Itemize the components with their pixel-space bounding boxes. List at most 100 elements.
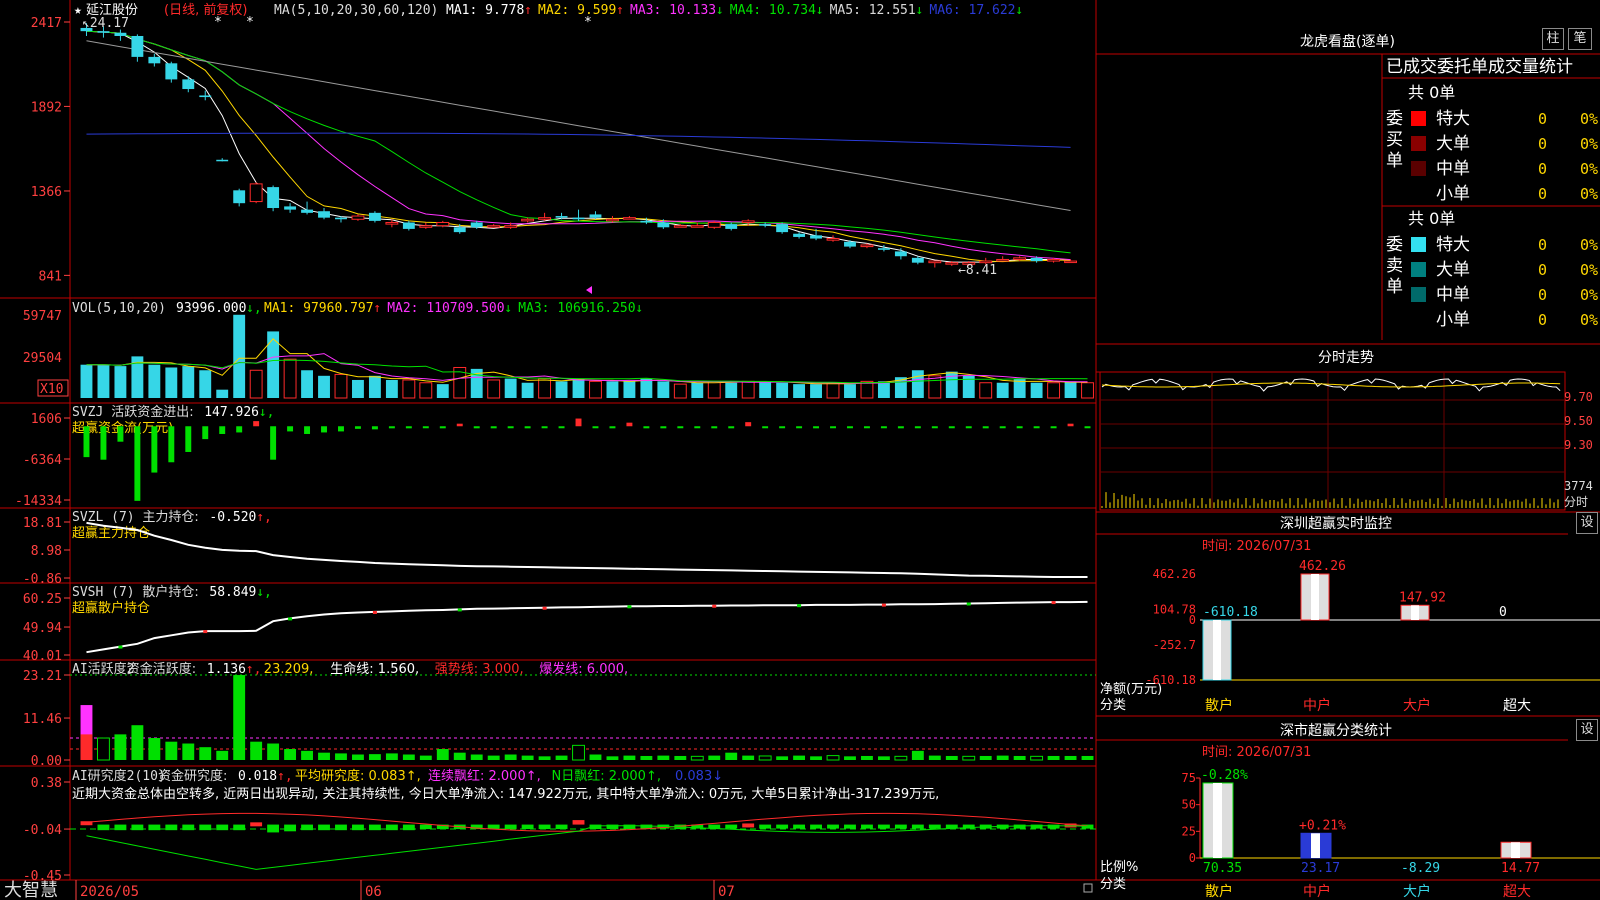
- svzj-bar: [456, 423, 463, 427]
- monitor-title: 深圳超赢实时监控: [1280, 515, 1392, 532]
- ai_research-y-tick: -0.04: [23, 823, 62, 838]
- monitor-category-label: 散户: [1205, 697, 1233, 714]
- ma-value: MA6: 17.622: [929, 3, 1015, 18]
- price-y-tick: 841: [39, 269, 62, 284]
- ai-research-bar: [742, 823, 755, 828]
- ai-research-bar: [1013, 824, 1026, 829]
- candle-body: [318, 211, 330, 218]
- volume-bar: [623, 381, 636, 398]
- sell-order-total: 共 0单: [1408, 209, 1455, 228]
- candle-body: [182, 79, 195, 90]
- svzj-bar: [1067, 423, 1074, 427]
- volume-bar: [1030, 382, 1043, 398]
- ai-active-bar: [335, 753, 347, 760]
- ai-active-bar: [1047, 755, 1060, 760]
- candle-body: [945, 262, 959, 265]
- sell-order-row-pct: 0%: [1580, 261, 1598, 279]
- monitor-y-tick: -252.7: [1153, 638, 1196, 652]
- ai_research-arrow: ↑,: [277, 769, 293, 784]
- candle-body: [148, 56, 161, 64]
- category-name-label: 散户: [1205, 883, 1233, 900]
- brand-label: 大智慧: [4, 880, 58, 900]
- monitor-bar-highlight: [1213, 620, 1221, 680]
- category-name-label: 超大: [1503, 884, 1531, 900]
- candle-body: [368, 212, 381, 221]
- category-settings-button[interactable]: 设: [1576, 719, 1598, 741]
- event-marker: *: [246, 15, 254, 30]
- svzj-bar: [185, 426, 192, 452]
- candle-body: [436, 221, 450, 227]
- sell-order-row-pct: 0%: [1580, 286, 1598, 304]
- ma-value: MA5: 12.551: [830, 3, 916, 18]
- ma20-line: [86, 30, 1071, 261]
- svzj-bar: [813, 426, 820, 429]
- volume-bar: [725, 382, 738, 398]
- ai-active-bar: [725, 752, 738, 760]
- svzj-bar: [965, 426, 972, 429]
- volume-bar: [979, 382, 993, 399]
- ai-research-bar: [335, 824, 347, 831]
- ai-active-bar: [165, 741, 178, 760]
- volume-ma-value: MA1: 97960.797: [264, 301, 374, 316]
- ma-arrow: ↓: [716, 3, 724, 18]
- volume-bar: [352, 379, 364, 398]
- buy-order-row-count: 0: [1538, 110, 1547, 128]
- svsh-y-tick: 40.01: [23, 649, 62, 664]
- tick-mode-button[interactable]: 笔: [1568, 28, 1592, 50]
- cursor-marker-icon: [586, 286, 592, 294]
- sell-order-side-label: 委: [1386, 235, 1403, 255]
- sell-order-row-name: 特大: [1436, 235, 1470, 255]
- ai-active-bar: [504, 754, 517, 760]
- svsh-line: [86, 600, 1088, 654]
- svzj-bar: [473, 426, 480, 429]
- ai-research-bar: [572, 820, 585, 825]
- candle-body: [284, 206, 297, 210]
- svzj-bar: [609, 426, 616, 429]
- ai-research-bar: [199, 824, 212, 831]
- svzj-bar: [558, 426, 565, 429]
- right-panel-title: 龙虎看盘(逐单): [1300, 33, 1395, 50]
- chart-period: (日线, 前复权): [164, 2, 247, 18]
- ai-research-bar: [284, 824, 297, 832]
- dzh-terminal: 2417 1892 1366 841 ★ 延江股份 (日线, 前复权) MA(5,10,20,…: [0, 0, 1600, 900]
- ai-active-bar: [1030, 755, 1044, 761]
- ai-active-bar: [776, 756, 789, 760]
- svsh-y-tick: 60.25: [23, 592, 62, 607]
- ai-active-bar: [877, 756, 890, 760]
- svsh-marker: [712, 604, 717, 608]
- ai-active-bar: [826, 755, 840, 761]
- svzj-bar: [371, 426, 378, 430]
- bar-mode-button[interactable]: 柱: [1542, 28, 1564, 50]
- monitor-settings-button[interactable]: 设: [1576, 512, 1598, 534]
- ai-active-bar: [487, 755, 500, 760]
- ai-research-bar: [216, 824, 229, 831]
- category-bar-highlight: [1311, 833, 1320, 858]
- buy-order-side-label: 单: [1386, 151, 1403, 171]
- candle-body: [657, 222, 670, 228]
- buy-order-row-name: 特大: [1436, 109, 1470, 129]
- intraday-y-tick: 9.30: [1564, 438, 1593, 452]
- volume-bar: [199, 370, 212, 398]
- price-y-tick: 2417: [31, 16, 62, 31]
- monitor-y-tick: 0: [1189, 613, 1196, 627]
- ai_research-label: 资金研究度:: [158, 768, 227, 784]
- candle-body: [521, 218, 535, 222]
- buy-order-color-swatch: [1411, 136, 1426, 151]
- monitor-bar-highlight: [1311, 574, 1319, 620]
- svzj-bar: [354, 426, 361, 429]
- ai-active-bar: [199, 747, 212, 760]
- ai-research-bar: [928, 824, 941, 829]
- svzl-y-tick: 8.98: [31, 544, 62, 559]
- buy-order-row-count: 0: [1538, 185, 1547, 203]
- ai-active-bar: [419, 755, 432, 760]
- main-chart-canvas[interactable]: 241718921366841★ 延江股份 (日线, 前复权) MA(5,10,20,…: [0, 0, 1600, 900]
- buy-order-row-pct: 0%: [1580, 110, 1598, 128]
- volume-bar: [555, 381, 568, 398]
- category-y-tick: 75: [1182, 771, 1196, 785]
- ma-value: MA3: 10.133: [630, 3, 716, 18]
- svzj-bar: [694, 426, 701, 429]
- volume-bar: [318, 375, 330, 398]
- svzj-bar: [270, 426, 277, 460]
- ai-active-bar: [521, 755, 534, 760]
- volume-bar: [402, 379, 416, 399]
